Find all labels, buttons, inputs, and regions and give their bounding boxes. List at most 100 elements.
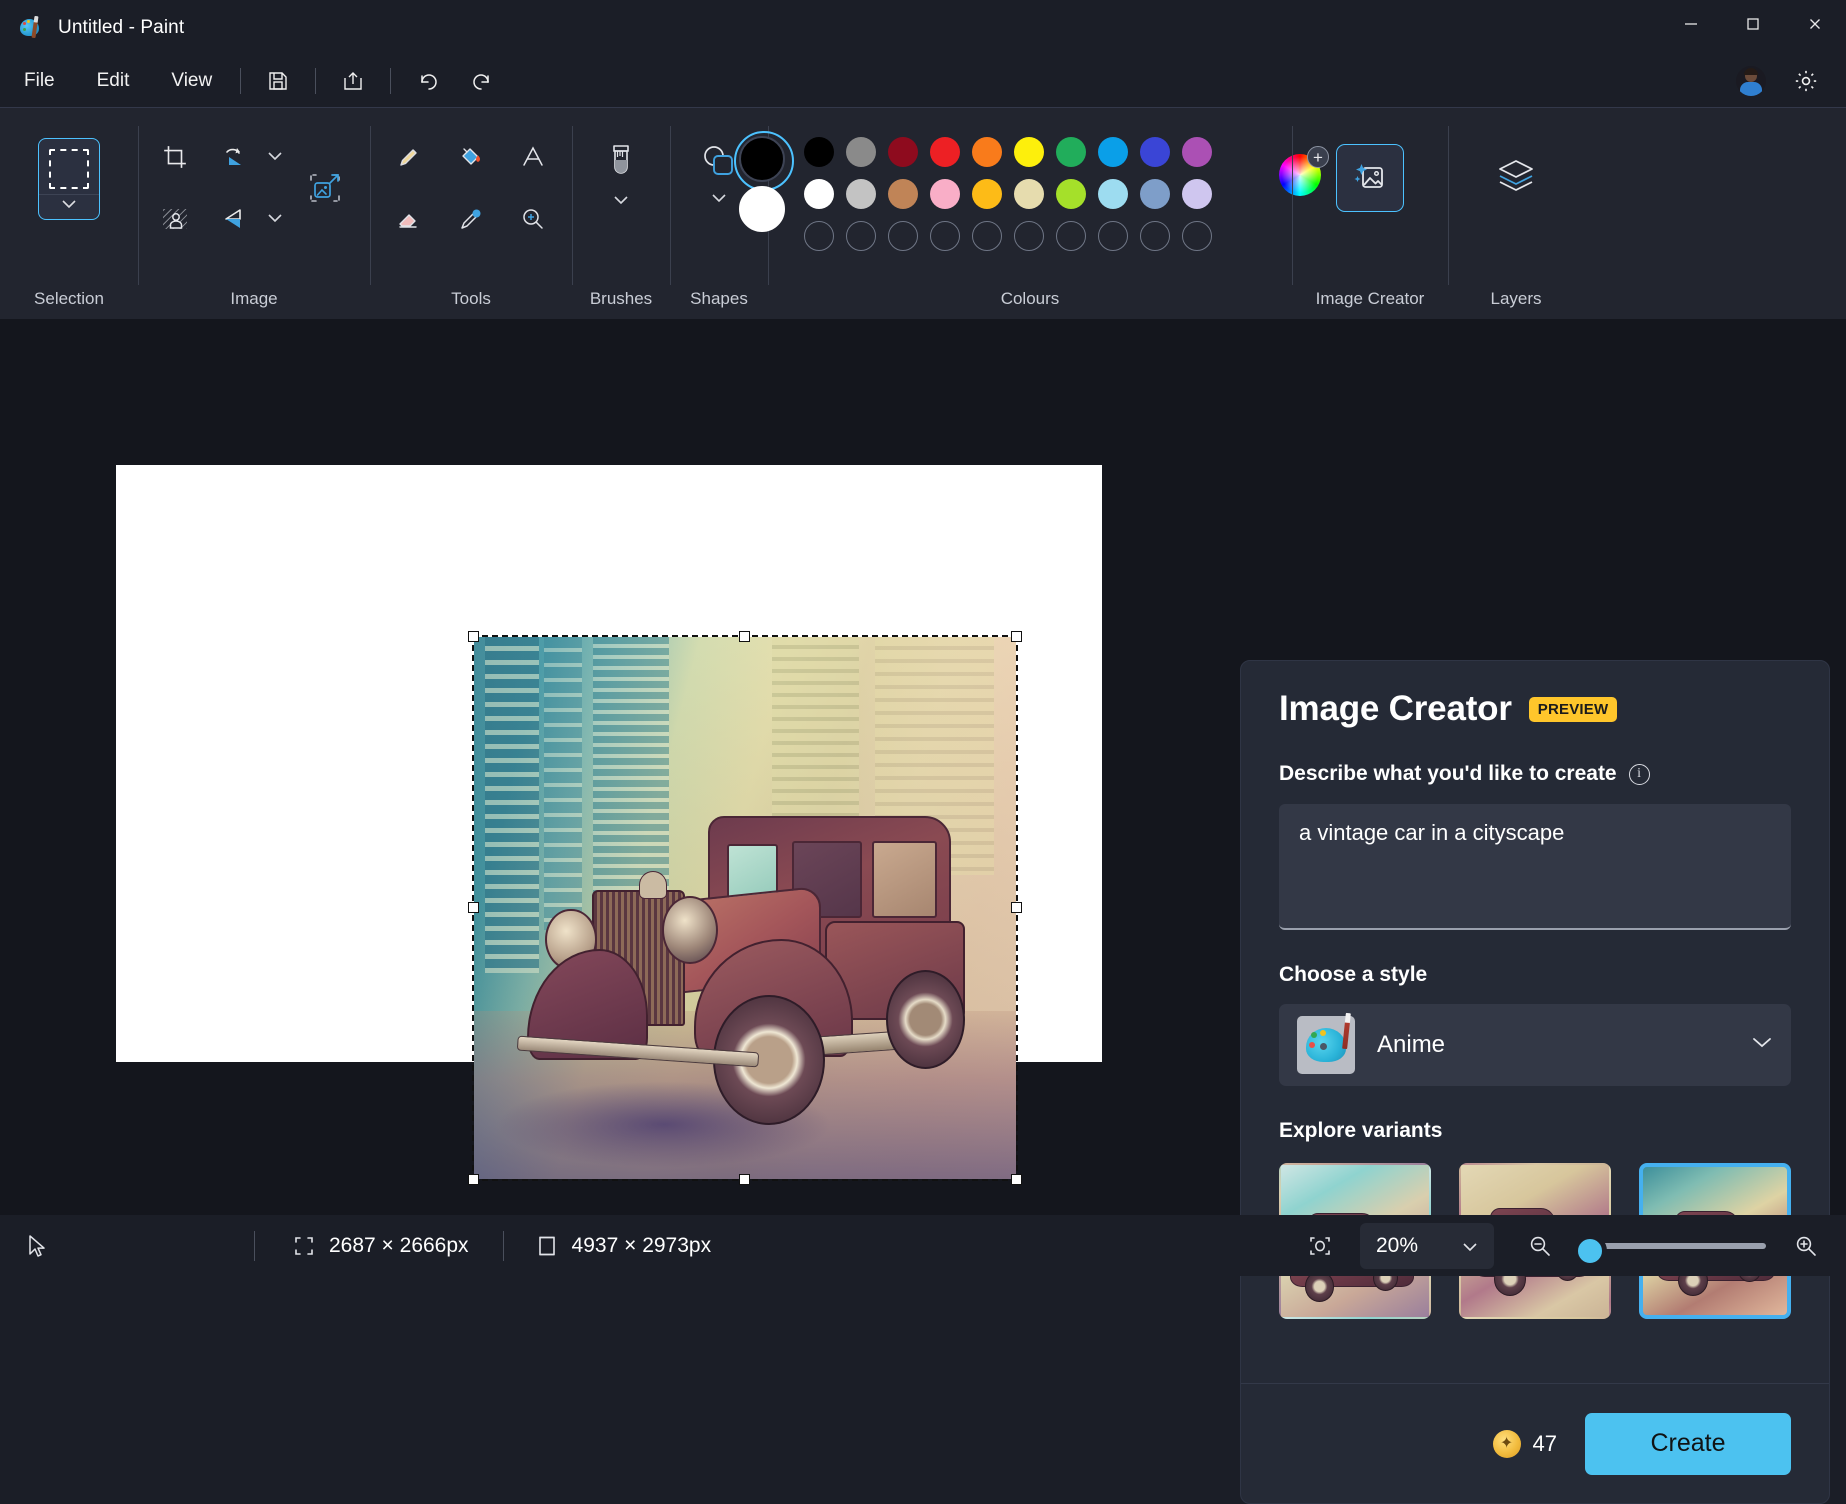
close-button[interactable] — [1784, 0, 1846, 48]
panel-title: Image Creator — [1279, 689, 1512, 729]
swatch-empty[interactable] — [846, 221, 876, 251]
swatch[interactable] — [972, 137, 1002, 167]
maximize-button[interactable] — [1722, 0, 1784, 48]
zoom-in-icon[interactable] — [1784, 1224, 1828, 1268]
gear-icon[interactable] — [1784, 59, 1828, 103]
menu-view[interactable]: View — [153, 63, 230, 99]
brushes-chevron-down-icon[interactable] — [613, 192, 629, 210]
resize-handle-ne[interactable] — [1011, 631, 1022, 642]
selection-frame[interactable] — [474, 637, 1016, 1179]
secondary-color-swatch[interactable] — [739, 186, 785, 232]
paint-palette-icon — [20, 16, 44, 40]
swatch-empty[interactable] — [888, 221, 918, 251]
swatch-empty[interactable] — [1056, 221, 1086, 251]
shapes-tool[interactable] — [697, 140, 741, 208]
crop-icon[interactable] — [147, 129, 203, 185]
active-colors — [739, 136, 785, 232]
swatch[interactable] — [1098, 137, 1128, 167]
share-icon[interactable] — [330, 61, 376, 101]
swatch-empty[interactable] — [972, 221, 1002, 251]
resize-handle-e[interactable] — [1011, 902, 1022, 913]
swatch[interactable] — [846, 137, 876, 167]
status-divider-2 — [503, 1231, 504, 1261]
redo-icon[interactable] — [459, 61, 505, 101]
create-button[interactable]: Create — [1585, 1413, 1791, 1475]
rotate-icon[interactable] — [205, 129, 261, 185]
swatch-empty[interactable] — [1098, 221, 1128, 251]
swatch[interactable] — [804, 179, 834, 209]
swatch[interactable] — [1014, 137, 1044, 167]
undo-icon[interactable] — [405, 61, 451, 101]
swatch[interactable] — [1140, 137, 1170, 167]
chevron-down-icon[interactable] — [1751, 1036, 1773, 1054]
swatch[interactable] — [972, 179, 1002, 209]
swatch[interactable] — [930, 137, 960, 167]
credits-display: ✦ 47 — [1493, 1430, 1557, 1458]
resize-image-icon[interactable] — [297, 160, 353, 216]
style-dropdown[interactable]: Anime — [1279, 1004, 1791, 1086]
window-title: Untitled - Paint — [58, 17, 184, 39]
window-controls — [1660, 0, 1846, 48]
background-removal-icon[interactable] — [147, 191, 203, 247]
text-tool-icon[interactable] — [505, 129, 561, 185]
swatch[interactable] — [846, 179, 876, 209]
resize-handle-se[interactable] — [1011, 1174, 1022, 1185]
swatch[interactable] — [1056, 137, 1086, 167]
primary-color-swatch[interactable] — [739, 136, 785, 182]
swatch[interactable] — [1182, 137, 1212, 167]
swatch-empty[interactable] — [930, 221, 960, 251]
zoom-slider-thumb[interactable] — [1573, 1234, 1607, 1268]
resize-handle-s[interactable] — [739, 1174, 750, 1185]
canvas-paper[interactable] — [116, 465, 1102, 1062]
zoom-out-icon[interactable] — [1518, 1224, 1562, 1268]
rotate-chevron-down-icon[interactable] — [267, 148, 283, 166]
save-icon[interactable] — [255, 61, 301, 101]
swatch-empty[interactable] — [1014, 221, 1044, 251]
fill-bucket-icon[interactable] — [443, 129, 499, 185]
brush-tool[interactable] — [603, 140, 639, 210]
swatch[interactable] — [1182, 179, 1212, 209]
swatch[interactable] — [804, 137, 834, 167]
swatch[interactable] — [1140, 179, 1170, 209]
sparkle-coin-icon: ✦ — [1493, 1430, 1521, 1458]
resize-handle-w[interactable] — [468, 902, 479, 913]
swatch[interactable] — [888, 179, 918, 209]
swatch[interactable] — [888, 137, 918, 167]
eyedropper-icon[interactable] — [443, 191, 499, 247]
resize-handle-nw[interactable] — [468, 631, 479, 642]
swatch[interactable] — [930, 179, 960, 209]
menu-edit[interactable]: Edit — [79, 63, 148, 99]
user-avatar[interactable] — [1736, 66, 1766, 96]
cursor-arrow-icon — [14, 1224, 58, 1268]
swatch-empty[interactable] — [1140, 221, 1170, 251]
menu-divider-2 — [315, 68, 316, 94]
swatch-empty[interactable] — [1182, 221, 1212, 251]
chevron-down-icon[interactable] — [1462, 1234, 1478, 1258]
pencil-icon[interactable] — [381, 129, 437, 185]
swatch-empty[interactable] — [804, 221, 834, 251]
flip-icon[interactable] — [205, 191, 261, 247]
resize-handle-n[interactable] — [739, 631, 750, 642]
shapes-chevron-down-icon[interactable] — [711, 190, 727, 208]
info-icon[interactable]: i — [1629, 764, 1650, 785]
magnifier-icon[interactable] — [505, 191, 561, 247]
layers-button[interactable] — [1481, 148, 1551, 208]
prompt-input[interactable]: a vintage car in a cityscape — [1279, 804, 1791, 930]
zoom-level-select[interactable]: 20% — [1360, 1223, 1494, 1269]
image-creator-button[interactable] — [1336, 144, 1404, 212]
group-label-image-creator: Image Creator — [1292, 289, 1448, 309]
swatch[interactable] — [1014, 179, 1044, 209]
resize-handle-sw[interactable] — [468, 1174, 479, 1185]
zoom-slider[interactable] — [1580, 1243, 1766, 1249]
minimize-button[interactable] — [1660, 0, 1722, 48]
fit-to-window-icon[interactable] — [1298, 1224, 1342, 1268]
eraser-icon[interactable] — [381, 191, 437, 247]
rectangular-selection-tool[interactable] — [38, 138, 100, 220]
group-label-colours: Colours — [768, 289, 1292, 309]
swatch[interactable] — [1056, 179, 1086, 209]
flip-chevron-down-icon[interactable] — [267, 210, 283, 228]
canvas-area[interactable]: Image Creator PREVIEW Describe what you'… — [0, 319, 1846, 1215]
chevron-down-icon[interactable] — [39, 194, 99, 209]
swatch[interactable] — [1098, 179, 1128, 209]
menu-file[interactable]: File — [6, 63, 73, 99]
